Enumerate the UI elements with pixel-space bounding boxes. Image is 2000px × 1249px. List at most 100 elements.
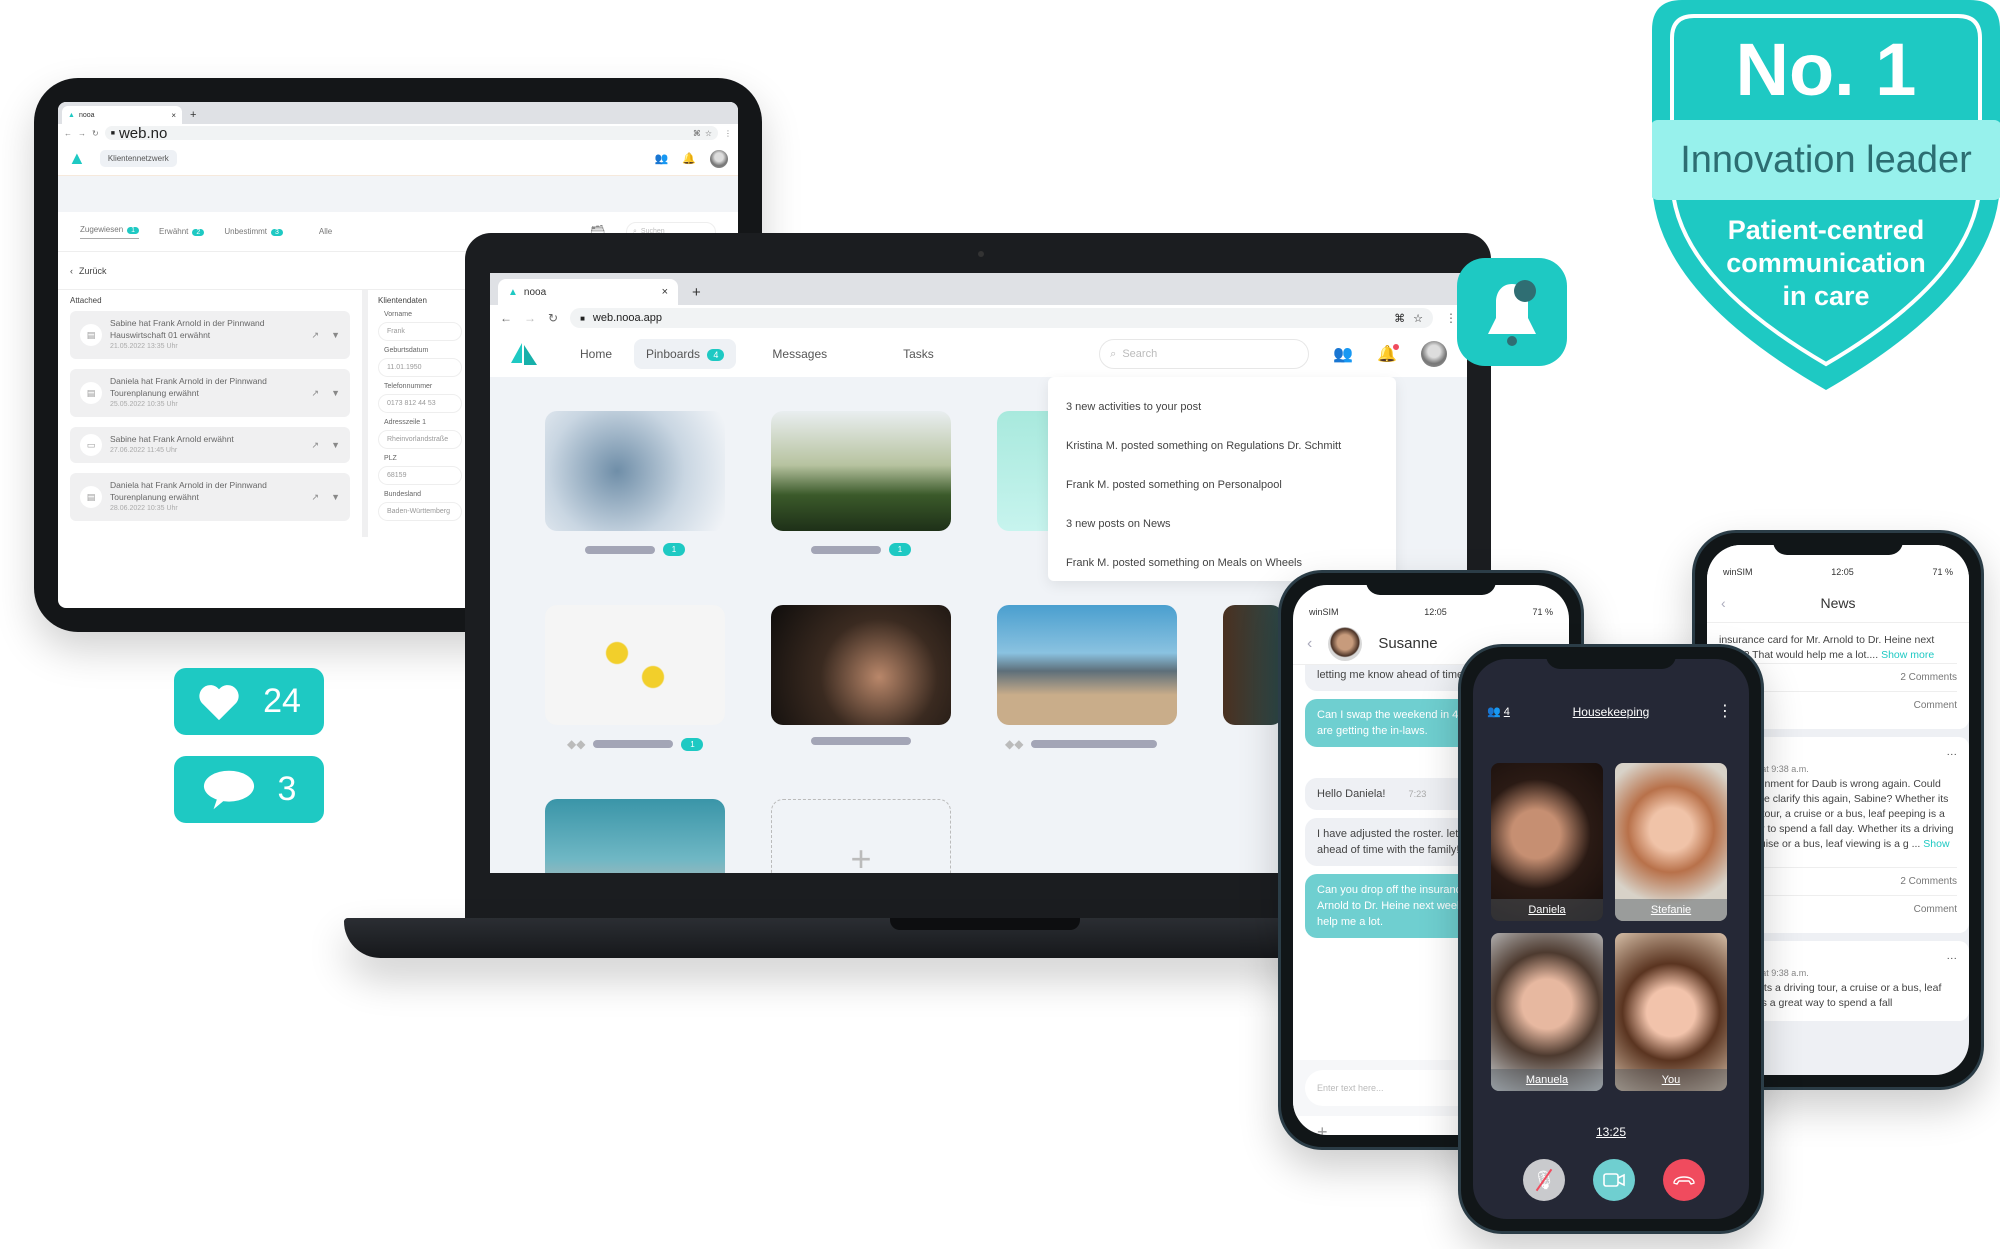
comments-badge: 3 (174, 756, 324, 823)
nav-pinboards[interactable]: Pinboards 4 (634, 339, 737, 369)
chevron-left-icon[interactable]: ‹ (70, 266, 73, 276)
url-field[interactable]: ■ web.nooa.app ⌘ ☆ (570, 308, 1433, 328)
activity-item[interactable]: ▭ Sabine hat Frank Arnold erwähnt 27.06.20… (70, 427, 350, 463)
filter-tab-undetermined[interactable]: Unbestimmt 3 (224, 227, 283, 236)
add-pinboard-button[interactable]: + (771, 799, 951, 873)
people-icon[interactable]: 👥 (1333, 344, 1353, 364)
user-avatar[interactable] (710, 149, 728, 168)
browser-menu-icon[interactable]: ⋮ (724, 129, 732, 138)
new-tab-icon[interactable]: + (692, 284, 701, 301)
mute-button[interactable]: 🎙 (1523, 1159, 1565, 1201)
url-field[interactable]: ■ web.no ⌘ ☆ (104, 125, 718, 142)
pinboard-card[interactable] (771, 605, 951, 725)
notifications-dropdown: 3 new activities to your post Kristina M… (1048, 377, 1396, 581)
diamond-icon: ◆◆ (567, 737, 586, 751)
more-vertical-icon[interactable]: ⋮ (1717, 701, 1733, 721)
participant-tile[interactable]: Manuela (1491, 933, 1603, 1091)
open-external-icon[interactable]: ↗ (312, 330, 320, 341)
address-field[interactable]: Rheinvorlandstraße (378, 430, 462, 449)
back-arrow-icon[interactable]: ← (500, 311, 512, 325)
user-avatar[interactable] (1421, 341, 1447, 367)
birthdate-field[interactable]: 11.01.1950 (378, 358, 462, 377)
nooa-logo-icon[interactable]: ▲ (68, 148, 86, 169)
bell-icon[interactable]: 🔔 (682, 152, 696, 165)
notification-item[interactable]: Frank M. posted something on Personalpoo… (1066, 465, 1378, 504)
activity-item[interactable]: ▤ Daniela hat Frank Arnold in der Pinnwan… (70, 369, 350, 417)
plus-icon[interactable]: + (1317, 1122, 1328, 1135)
browser-tab[interactable]: ▲ nooa × (498, 279, 678, 305)
close-tab-icon[interactable]: × (171, 111, 176, 120)
reload-icon[interactable]: ↻ (92, 129, 99, 138)
participant-tile[interactable]: You (1615, 933, 1727, 1091)
pinboard-card[interactable] (545, 411, 725, 531)
participant-tile[interactable]: Daniela (1491, 763, 1603, 921)
caret-down-icon[interactable]: ▼ (331, 388, 340, 399)
video-button[interactable] (1593, 1159, 1635, 1201)
filter-tab-assigned[interactable]: Zugewiesen 1 (80, 225, 140, 239)
caret-down-icon[interactable]: ▼ (331, 330, 340, 341)
forward-arrow-icon[interactable]: → (78, 129, 86, 138)
nav-messages[interactable]: Messages (760, 339, 839, 369)
hang-up-button[interactable] (1663, 1159, 1705, 1201)
chevron-left-icon[interactable]: ‹ (1307, 635, 1312, 653)
open-external-icon[interactable]: ↗ (312, 492, 320, 503)
close-tab-icon[interactable]: × (662, 286, 668, 298)
participant-tile[interactable]: Stefanie (1615, 763, 1727, 921)
back-link[interactable]: Zurück (79, 266, 107, 276)
bookmark-star-icon[interactable]: ☆ (1413, 312, 1423, 325)
pinboard-card[interactable] (545, 799, 725, 873)
pinboard-card[interactable] (545, 605, 725, 725)
notification-item[interactable]: Kristina M. posted something on Regulati… (1066, 426, 1378, 465)
main-nav: Home Pinboards 4 Messages Tasks (568, 339, 946, 369)
chevron-left-icon[interactable]: ‹ (1721, 595, 1726, 611)
pinboard-card[interactable] (997, 605, 1177, 725)
zip-field[interactable]: 68159 (378, 466, 462, 485)
network-pill[interactable]: Klientennetzwerk (99, 150, 177, 167)
more-options-icon[interactable]: ··· (1947, 951, 1958, 966)
badge-ribbon-text: Innovation leader (1680, 139, 1972, 181)
caret-down-icon[interactable]: ▼ (331, 440, 340, 451)
nooa-logo-icon[interactable] (510, 341, 538, 367)
bookmark-star-icon[interactable]: ☆ (705, 129, 712, 138)
filter-tab-mentioned[interactable]: Erwähnt 2 (159, 227, 205, 236)
nav-home[interactable]: Home (568, 339, 624, 369)
activity-item[interactable]: ▤ Daniela hat Frank Arnold in der Pinnwan… (70, 473, 350, 521)
phone-hangup-icon (1673, 1176, 1695, 1185)
open-external-icon[interactable]: ↗ (312, 388, 320, 399)
comments-count: 3 (277, 770, 297, 808)
state-field[interactable]: Baden-Württemberg (378, 502, 462, 521)
pinboard-caption: 1 (585, 543, 685, 556)
caret-down-icon[interactable]: ▼ (331, 492, 340, 503)
forward-arrow-icon[interactable]: → (524, 311, 536, 325)
browser-menu-icon[interactable]: ⋮ (1445, 311, 1457, 325)
heart-icon (199, 684, 239, 720)
microphone-off-icon: 🎙 (1533, 1168, 1555, 1191)
nav-tasks[interactable]: Tasks (891, 339, 946, 369)
notification-item[interactable]: 3 new posts on News (1066, 504, 1378, 543)
reload-icon[interactable]: ↻ (548, 311, 558, 325)
contact-avatar[interactable] (1328, 626, 1363, 661)
people-icon[interactable]: 👥 (655, 152, 669, 165)
speech-bubble-icon (203, 770, 254, 809)
bell-icon[interactable]: 🔔 (1377, 344, 1399, 364)
more-options-icon[interactable]: ··· (1947, 747, 1958, 762)
extensions-icon[interactable]: ⌘ (1394, 312, 1405, 325)
activity-item[interactable]: ▤ Sabine hat Frank Arnold in der Pinnwand… (70, 311, 350, 359)
search-input[interactable]: ⌕ Search (1099, 339, 1310, 369)
notification-item[interactable]: 3 new activities to your post (1066, 387, 1378, 426)
tab-title: nooa (78, 111, 95, 119)
pinboard-icon: ▤ (80, 486, 102, 508)
browser-tab[interactable]: ▲ nooa × (62, 106, 182, 124)
pinboard-card[interactable] (1223, 605, 1283, 725)
phone-field[interactable]: 0173 812 44 53 (378, 394, 462, 413)
back-arrow-icon[interactable]: ← (64, 129, 72, 138)
show-more-link[interactable]: Show more (1881, 649, 1934, 661)
phone-notch (1366, 573, 1496, 595)
first-name-field[interactable]: Frank (378, 322, 462, 341)
open-external-icon[interactable]: ↗ (312, 440, 320, 451)
filter-tab-all[interactable]: Alle (319, 227, 332, 236)
diamond-icon: ◆◆ (1005, 737, 1024, 751)
new-tab-icon[interactable]: + (190, 109, 196, 121)
extensions-icon[interactable]: ⌘ (693, 129, 701, 138)
pinboard-card[interactable] (771, 411, 951, 531)
